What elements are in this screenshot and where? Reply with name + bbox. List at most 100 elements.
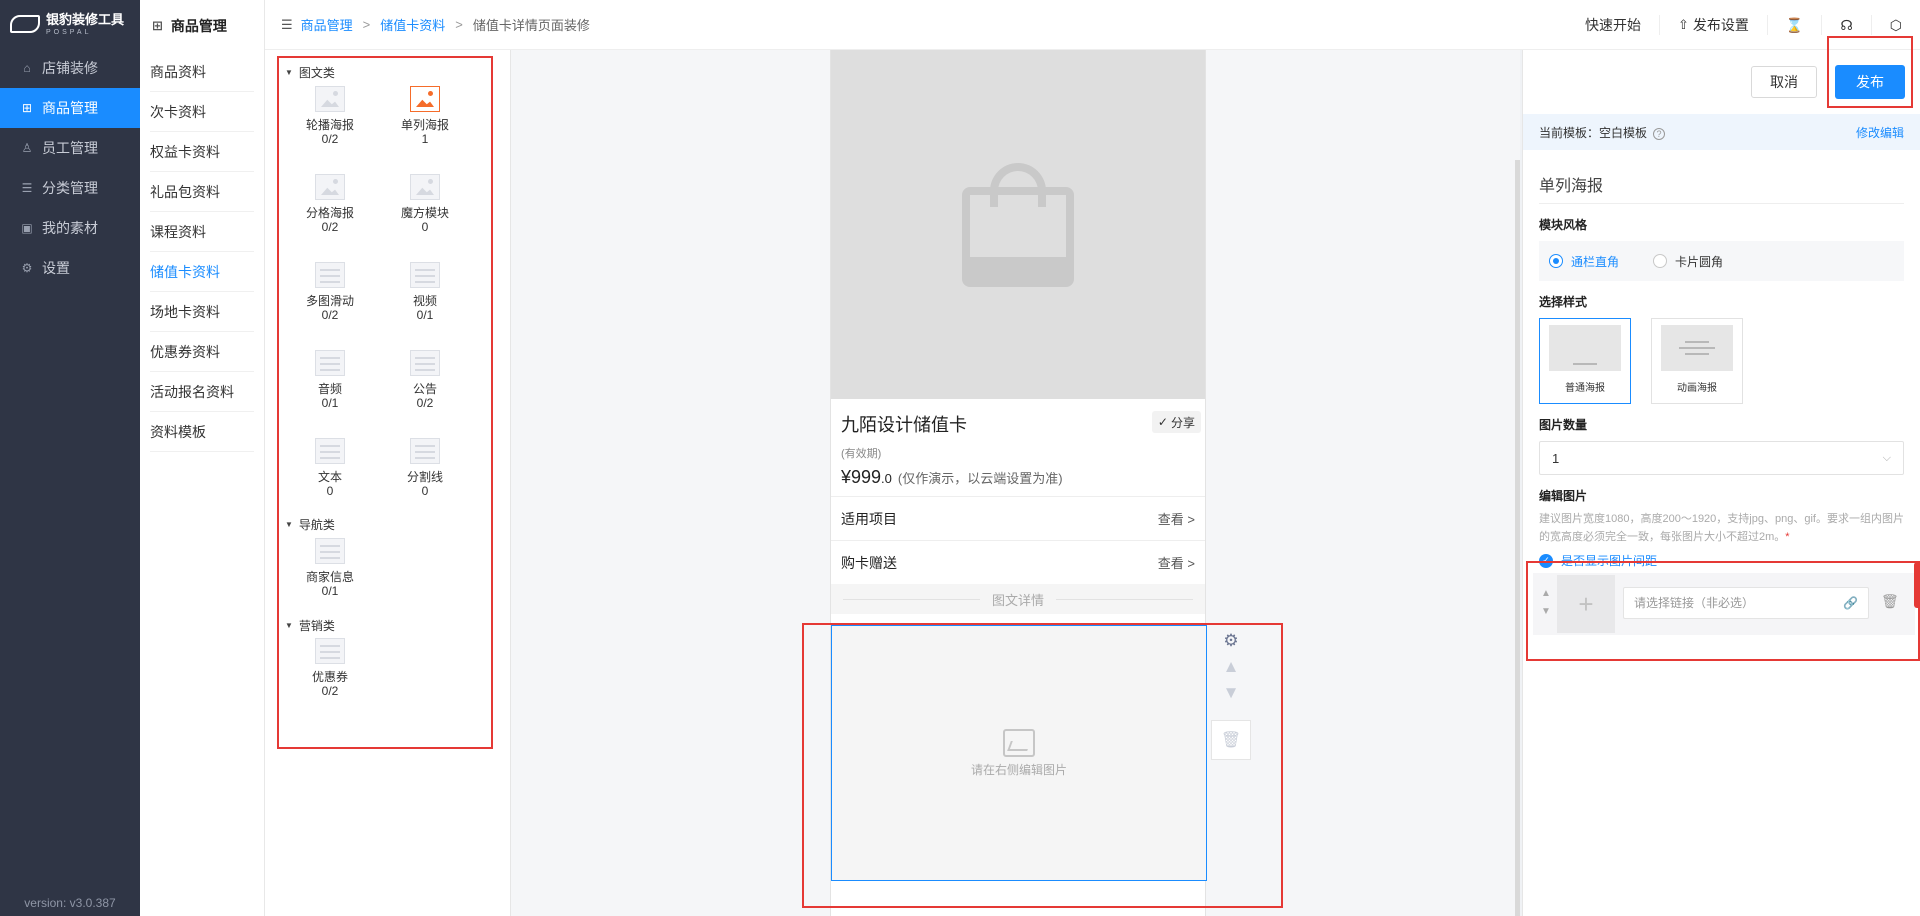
component-coupon[interactable]: 优惠券 0/2 — [285, 638, 375, 698]
row-view-link[interactable]: 查看 > — [1158, 553, 1195, 572]
image-count-select[interactable]: 1 ⌵ — [1539, 441, 1904, 475]
sidebar-item-1[interactable]: ⊞ 商品管理 — [0, 88, 140, 128]
component-count: 0/1 — [321, 584, 339, 598]
sidebar-item-4[interactable]: ▣ 我的素材 — [0, 208, 140, 248]
store-icon: ⌂ — [23, 61, 31, 75]
component-label: 视频 — [412, 294, 437, 308]
row-purchase-gift[interactable]: 购卡赠送 查看 > — [831, 540, 1205, 584]
sidebar-item-2[interactable]: ♙ 员工管理 — [0, 128, 140, 168]
row-label: 适用项目 — [841, 510, 897, 527]
component-divider[interactable]: 分割线 0 — [380, 438, 470, 498]
publish-settings-button[interactable]: ⇧ 发布设置 — [1660, 15, 1768, 35]
subnav-item-3[interactable]: 礼品包资料 — [150, 172, 254, 212]
component-cube-module[interactable]: 魔方模块 0 — [380, 174, 470, 234]
component-count: 0/2 — [321, 308, 339, 322]
image-count-value: 1 — [1552, 450, 1560, 466]
component-video[interactable]: 视频 0/1 — [380, 262, 470, 322]
divider-icon — [410, 438, 440, 464]
merchant-info-icon — [315, 538, 345, 564]
choose-style-label: 选择样式 — [1539, 295, 1588, 309]
card-price: ¥999 .0 (仅作演示，以云端设置为准) — [841, 467, 1195, 488]
component-single-poster[interactable]: 单列海报 1 — [380, 86, 470, 146]
group-graphic-label: 图文类 — [298, 66, 335, 80]
subnav-item-5[interactable]: 储值卡资料 — [150, 252, 254, 292]
subnav-item-0[interactable]: 商品资料 — [150, 52, 254, 92]
settings-button[interactable]: ⬡ — [1872, 15, 1920, 35]
component-count: 0 — [421, 220, 429, 234]
subnav-item-1[interactable]: 次卡资料 — [150, 92, 254, 132]
row-view-link[interactable]: 查看 > — [1158, 509, 1195, 528]
required-star: * — [1785, 531, 1790, 543]
canvas-scrollbar[interactable] — [1515, 160, 1520, 916]
radio-card-rounded[interactable]: 卡片圆角 — [1653, 253, 1723, 270]
component-label: 多图滑动 — [305, 294, 354, 308]
quick-start-button[interactable]: 快速开始 — [1567, 15, 1660, 35]
cancel-button[interactable]: 取消 — [1751, 66, 1817, 98]
sub-nav: ⊞ 商品管理 商品资料 次卡资料 权益卡资料 礼品包资料 课程资料 储值卡资料 场地卡资料优… — [140, 0, 265, 916]
component-carousel-poster[interactable]: 轮播海报 0/2 — [285, 86, 375, 146]
group-graphic[interactable]: ▼ 图文类 — [285, 64, 335, 81]
poster-placeholder[interactable] — [831, 50, 1205, 399]
component-grid-poster[interactable]: 分格海报 0/2 — [285, 174, 375, 234]
sidebar-item-label: 员工管理 — [42, 140, 98, 156]
share-button[interactable]: ✓ 分享 — [1151, 411, 1201, 433]
crumb-goods-manage[interactable]: 商品管理 — [301, 15, 353, 34]
subnav-item-9[interactable]: 资料模板 — [150, 412, 254, 452]
audio-icon — [315, 350, 345, 376]
history-button[interactable]: ⌛ — [1768, 15, 1823, 35]
subnav-item-2[interactable]: 权益卡资料 — [150, 132, 254, 172]
radio-label: 通栏直角 — [1571, 254, 1620, 269]
style-card-label: 普通海报 — [1565, 383, 1605, 394]
notice-icon — [410, 350, 440, 376]
group-nav[interactable]: ▼ 导航类 — [285, 516, 335, 533]
delete-module-button[interactable]: 🗑 — [1211, 720, 1251, 760]
component-merchant-info[interactable]: 商家信息 0/1 — [285, 538, 375, 598]
subnav-item-6[interactable]: 场地卡资料 — [150, 292, 254, 332]
highlight-frame-publish — [1827, 36, 1913, 108]
grid-icon: ⊞ — [21, 101, 33, 115]
grid-icon: ⊞ — [152, 18, 163, 33]
price-main: ¥999 — [841, 467, 882, 487]
menu-icon[interactable]: ☰ — [281, 17, 293, 33]
move-down-icon[interactable]: ▼ — [1220, 680, 1242, 706]
section-title: 单列海报 — [1539, 164, 1904, 204]
brand-logo[interactable]: 银豹装修工具 POSPAL — [0, 0, 140, 48]
group-marketing[interactable]: ▼ 营销类 — [285, 617, 335, 634]
caret-down-icon: ▼ — [285, 520, 293, 529]
support-button[interactable]: ☊ — [1822, 15, 1872, 35]
upload-icon: ⇧ — [1677, 17, 1689, 32]
row-applicable-items[interactable]: 适用项目 查看 > — [831, 496, 1205, 540]
preview-canvas: 九陌设计储值卡 ✓ 分享 (有效期) ¥999 .0 (仅作演示，以云端设置为准… — [510, 50, 1520, 916]
gear-icon[interactable]: ⚙ — [1220, 628, 1242, 654]
component-count: 0/2 — [321, 220, 339, 234]
crumb-stored-value-card[interactable]: 储值卡资料 — [380, 15, 445, 34]
style-card-normal-poster[interactable]: 普通海报 — [1539, 318, 1631, 404]
quick-start-label: 快速开始 — [1584, 17, 1641, 33]
subnav-item-8[interactable]: 活动报名资料 — [150, 372, 254, 412]
normal-poster-thumb-icon — [1549, 325, 1621, 371]
component-multi-slide[interactable]: 多图滑动 0/2 — [285, 262, 375, 322]
style-card-animated-poster[interactable]: 动画海报 — [1651, 318, 1743, 404]
component-count: 0/1 — [321, 396, 339, 410]
subnav-item-7[interactable]: 优惠券资料 — [150, 332, 254, 372]
text-icon — [315, 438, 345, 464]
component-count: 1 — [421, 132, 429, 146]
sidebar-item-3[interactable]: ☰ 分类管理 — [0, 168, 140, 208]
radio-full-width-square[interactable]: 通栏直角 — [1549, 253, 1619, 270]
settings-scroll-marker[interactable] — [1914, 562, 1920, 608]
help-icon[interactable]: ? — [1653, 127, 1666, 140]
component-audio[interactable]: 音频 0/1 — [285, 350, 375, 410]
component-notice[interactable]: 公告 0/2 — [380, 350, 470, 410]
sidebar-item-5[interactable]: ⚙ 设置 — [0, 248, 140, 288]
subnav-item-4[interactable]: 课程资料 — [150, 212, 254, 252]
template-edit-link[interactable]: 修改编辑 — [1856, 124, 1904, 141]
trash-icon: 🗑 — [1220, 732, 1242, 749]
sidebar-item-0[interactable]: ⌂ 店铺装修 — [0, 48, 140, 88]
image-hint-text: 建议图片宽度1080，高度200～1920，支持jpg、png、gif。要求一组… — [1539, 513, 1904, 543]
group-nav-label: 导航类 — [298, 518, 335, 532]
move-up-icon[interactable]: ▲ — [1220, 654, 1242, 680]
component-label: 音频 — [317, 382, 342, 396]
radio-label: 卡片圆角 — [1675, 254, 1724, 269]
component-text[interactable]: 文本 0 — [285, 438, 375, 498]
component-label: 优惠券 — [311, 670, 348, 684]
